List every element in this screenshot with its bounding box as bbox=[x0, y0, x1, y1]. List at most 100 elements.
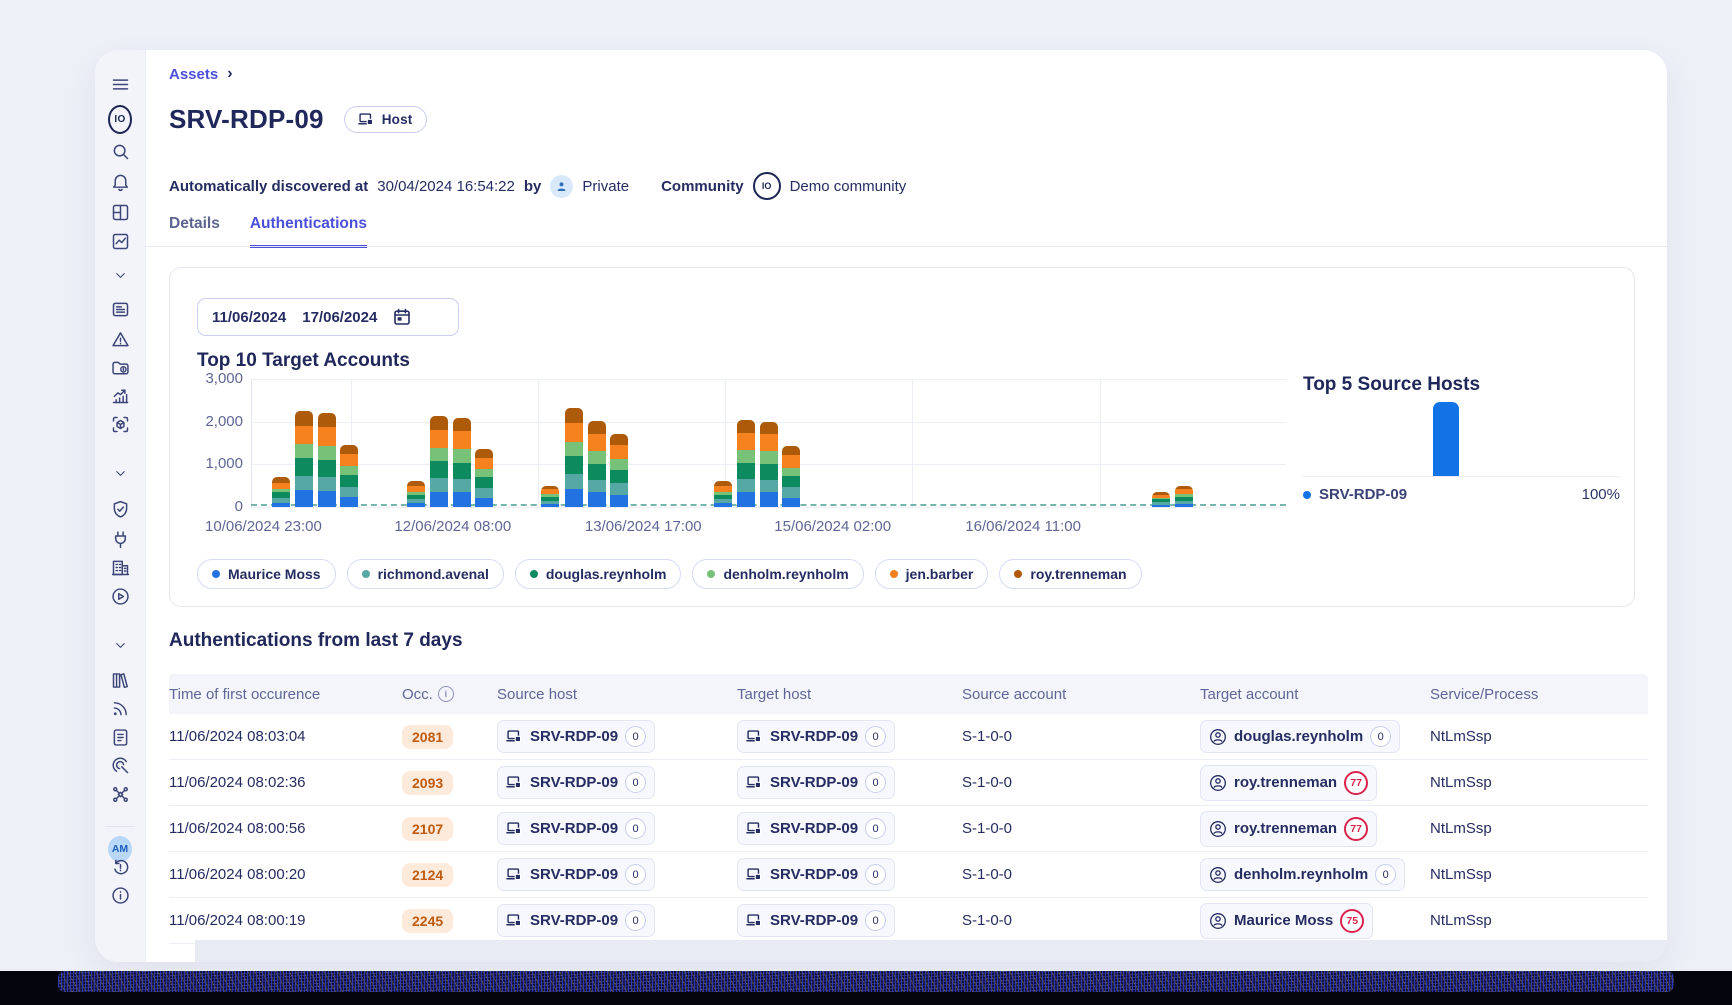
source-account-cell: S-1-0-0 bbox=[962, 774, 1200, 791]
date-from[interactable]: 11/06/2024 bbox=[212, 309, 286, 326]
app-logo-icon[interactable]: IO bbox=[108, 107, 132, 131]
table-row[interactable]: 11/06/2024 08:03:042081SRV-RDP-090SRV-RD… bbox=[169, 714, 1648, 760]
stacked-bar bbox=[737, 420, 755, 507]
target-account-chip-label: denholm.reynholm bbox=[1234, 866, 1368, 883]
source-host-chip[interactable]: SRV-RDP-090 bbox=[497, 720, 655, 753]
tab-details[interactable]: Details bbox=[169, 215, 220, 248]
bar-segment bbox=[782, 487, 800, 497]
integrations-plug-icon[interactable] bbox=[108, 527, 132, 551]
table-row[interactable]: 11/06/2024 08:00:562107SRV-RDP-090SRV-RD… bbox=[169, 806, 1648, 852]
bar-segment bbox=[588, 421, 606, 434]
chevron-down-icon[interactable] bbox=[108, 263, 132, 287]
legend-chip[interactable]: douglas.reynholm bbox=[515, 559, 682, 589]
source-host-chip[interactable]: SRV-RDP-090 bbox=[497, 766, 655, 799]
feeds-rss-icon[interactable] bbox=[108, 696, 132, 720]
source-host-chip-label: SRV-RDP-09 bbox=[530, 912, 618, 929]
chevron-down-icon[interactable] bbox=[108, 633, 132, 657]
table-row[interactable]: 11/06/2024 08:00:202124SRV-RDP-090SRV-RD… bbox=[169, 852, 1648, 898]
calendar-icon[interactable] bbox=[393, 308, 411, 326]
tab-authentications[interactable]: Authentications bbox=[250, 215, 367, 248]
legend-chip[interactable]: jen.barber bbox=[875, 559, 989, 589]
topology-network-icon[interactable] bbox=[108, 782, 132, 806]
report-document-icon[interactable] bbox=[108, 725, 132, 749]
breadcrumb-assets[interactable]: Assets bbox=[169, 66, 218, 83]
horizontal-scrollbar[interactable] bbox=[195, 940, 1667, 962]
bar-segment bbox=[295, 426, 313, 445]
table-row[interactable]: 11/06/2024 08:00:192245SRV-RDP-090SRV-RD… bbox=[169, 898, 1648, 944]
target-host-chip[interactable]: SRV-RDP-090 bbox=[737, 858, 895, 891]
bar-segment bbox=[737, 492, 755, 507]
apps-grid-icon[interactable] bbox=[108, 200, 132, 224]
table-row[interactable]: 11/06/2024 08:02:362093SRV-RDP-090SRV-RD… bbox=[169, 760, 1648, 806]
target-account-chip[interactable]: douglas.reynholm0 bbox=[1200, 720, 1400, 753]
col-source-host: Source host bbox=[497, 686, 737, 703]
legend-chip[interactable]: roy.trenneman bbox=[999, 559, 1141, 589]
bar-segment bbox=[453, 431, 471, 449]
organization-building-icon[interactable] bbox=[108, 555, 132, 579]
stacked-bar bbox=[407, 481, 425, 507]
table-body: 11/06/2024 08:03:042081SRV-RDP-090SRV-RD… bbox=[169, 714, 1648, 944]
bar-segment bbox=[782, 468, 800, 477]
occ-info-icon[interactable]: i bbox=[438, 686, 454, 702]
bar-segment bbox=[453, 492, 471, 507]
playbooks-play-icon[interactable] bbox=[108, 584, 132, 608]
chart-box-icon[interactable] bbox=[108, 229, 132, 253]
target-host-chip[interactable]: SRV-RDP-090 bbox=[737, 720, 895, 753]
occurrences-pill: 2124 bbox=[402, 863, 453, 887]
detection-tap-icon[interactable] bbox=[108, 753, 132, 777]
y-axis-label: 2,000 bbox=[197, 413, 243, 430]
top5-bar bbox=[1433, 402, 1459, 476]
legend-chip[interactable]: Maurice Moss bbox=[197, 559, 336, 589]
source-host-chip[interactable]: SRV-RDP-090 bbox=[497, 812, 655, 845]
chevron-down-icon[interactable] bbox=[108, 461, 132, 485]
date-to[interactable]: 17/06/2024 bbox=[302, 309, 377, 326]
news-report-icon[interactable] bbox=[108, 297, 132, 321]
history-icon[interactable] bbox=[108, 855, 132, 879]
breadcrumb[interactable]: Assets › bbox=[169, 65, 233, 83]
bar-segment bbox=[318, 413, 336, 427]
legend-chip[interactable]: denholm.reynholm bbox=[692, 559, 863, 589]
stacked-bar bbox=[340, 445, 358, 507]
bar-segment bbox=[565, 474, 583, 489]
bar-segment bbox=[340, 475, 358, 487]
alert-triangle-icon[interactable] bbox=[108, 327, 132, 351]
legend-dot bbox=[707, 570, 715, 578]
target-account-chip[interactable]: roy.trenneman77 bbox=[1200, 811, 1377, 847]
date-range-picker[interactable]: 11/06/2024 17/06/2024 bbox=[197, 298, 459, 336]
bar-segment bbox=[610, 445, 628, 459]
target-account-chip[interactable]: denholm.reynholm0 bbox=[1200, 858, 1405, 891]
assets-folder-icon[interactable] bbox=[108, 356, 132, 380]
target-host-chip[interactable]: SRV-RDP-090 bbox=[737, 812, 895, 845]
activity-chart-icon[interactable] bbox=[108, 383, 132, 407]
search-icon[interactable] bbox=[108, 139, 132, 163]
stacked-bar bbox=[1175, 486, 1193, 507]
stacked-bar bbox=[541, 486, 559, 507]
app-window: IO AM bbox=[95, 50, 1667, 962]
host-type-badge-label: Host bbox=[382, 112, 413, 127]
bar-segment bbox=[760, 422, 778, 435]
shield-check-icon[interactable] bbox=[108, 497, 132, 521]
owner-avatar-icon bbox=[550, 175, 573, 198]
source-host-chip[interactable]: SRV-RDP-090 bbox=[497, 904, 655, 937]
target-host-chip[interactable]: SRV-RDP-090 bbox=[737, 904, 895, 937]
menu-icon[interactable] bbox=[108, 72, 132, 96]
legend-chip[interactable]: richmond.avenal bbox=[347, 559, 504, 589]
bar-segment bbox=[475, 477, 493, 488]
bar-segment bbox=[737, 433, 755, 450]
target-host-chip-label: SRV-RDP-09 bbox=[770, 820, 858, 837]
count-badge: 0 bbox=[865, 910, 886, 931]
io-logo: IO bbox=[108, 105, 132, 134]
bar-segment bbox=[760, 492, 778, 507]
target-account-chip[interactable]: Maurice Moss75 bbox=[1200, 903, 1373, 939]
knowledge-library-icon[interactable] bbox=[108, 668, 132, 692]
source-host-chip[interactable]: SRV-RDP-090 bbox=[497, 858, 655, 891]
target-host-chip[interactable]: SRV-RDP-090 bbox=[737, 766, 895, 799]
info-icon[interactable] bbox=[108, 883, 132, 907]
source-host-chip-label: SRV-RDP-09 bbox=[530, 820, 618, 837]
bell-icon[interactable] bbox=[108, 169, 132, 193]
target-account-chip[interactable]: roy.trenneman77 bbox=[1200, 765, 1377, 801]
asset-scan-icon[interactable] bbox=[108, 412, 132, 436]
source-account-cell: S-1-0-0 bbox=[962, 820, 1200, 837]
y-axis-label: 1,000 bbox=[197, 455, 243, 472]
y-axis-line bbox=[251, 379, 252, 507]
